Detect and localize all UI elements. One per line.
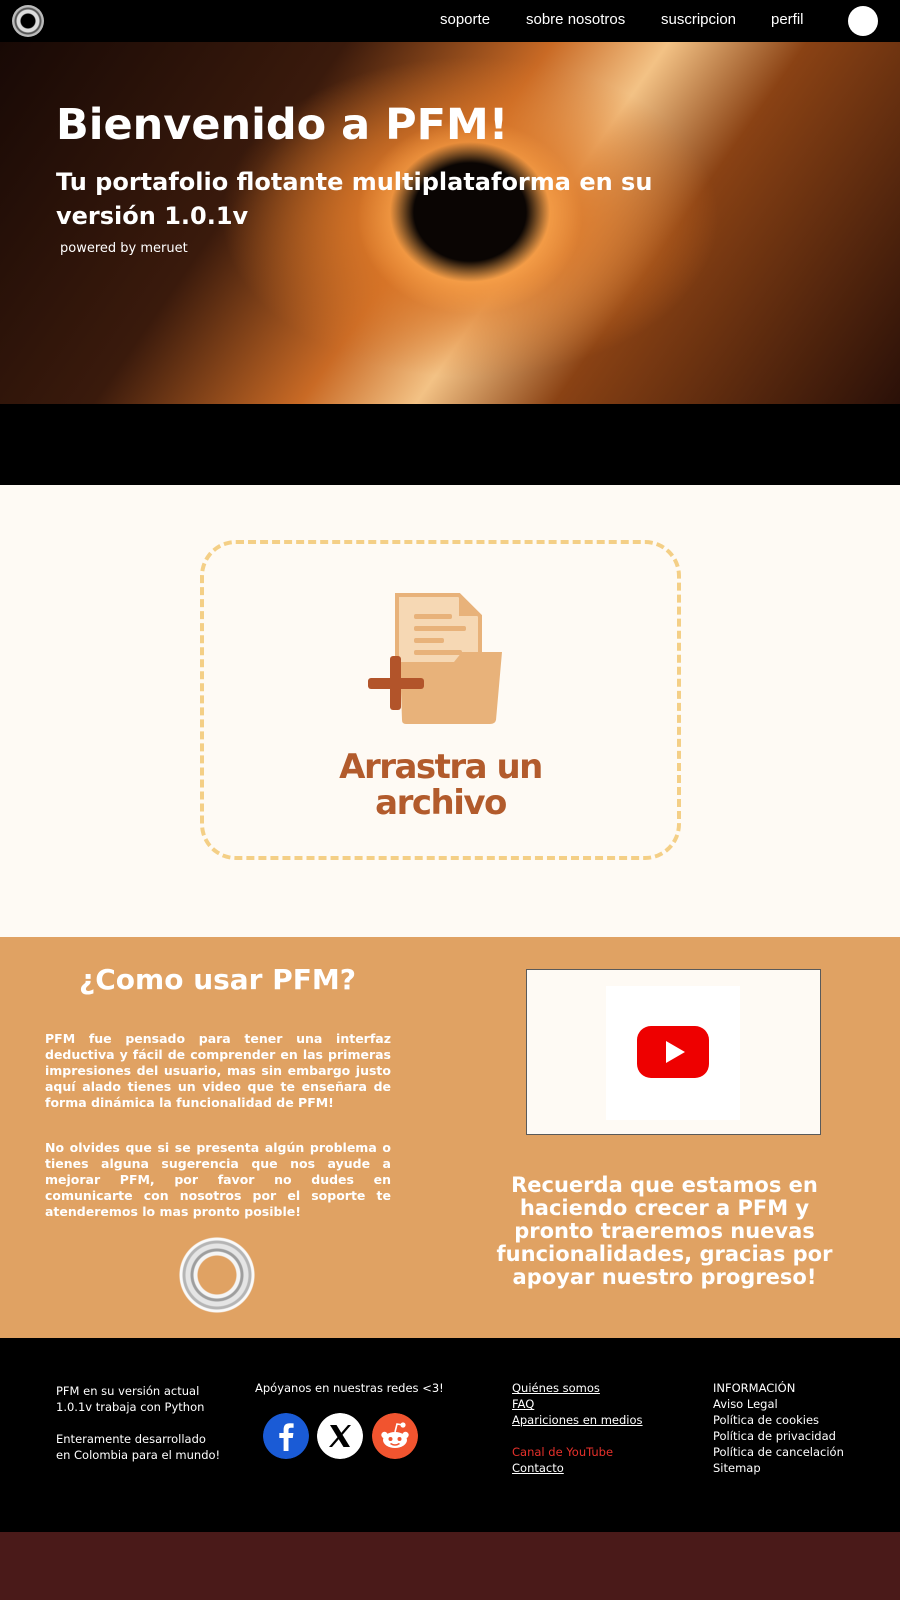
dropzone-label-line1: Arrastra un [339,747,543,787]
youtube-play-icon[interactable] [637,1026,709,1078]
nav-link-sobre-nosotros[interactable]: sobre nosotros [526,11,625,28]
pfm-logo-icon[interactable] [12,5,44,37]
how-to-title: ¿Como usar PFM? [79,963,356,996]
footer-info-privacidad[interactable]: Política de privacidad [713,1428,844,1444]
x-twitter-icon[interactable] [317,1413,363,1459]
social-label: Apóyanos en nuestras redes <3! [255,1381,444,1395]
nav-link-perfil[interactable]: perfil [771,11,804,28]
footer-info-cookies[interactable]: Política de cookies [713,1412,844,1428]
footer-about-line2: 1.0.1v trabaja con Python [56,1400,205,1414]
navbar: soporte sobre nosotros suscripcion perfi… [0,0,900,42]
facebook-icon[interactable] [263,1413,309,1459]
how-to-paragraph-2: No olvides que si se presenta algún prob… [45,1140,391,1219]
footer: PFM en su versión actual 1.0.1v trabaja … [0,1338,900,1532]
how-to-paragraph-1: PFM fue pensado para tener una interfaz … [45,1031,391,1110]
section-divider [0,404,900,485]
footer-links: Quiénes somos FAQ Apariciones en medios … [512,1380,643,1476]
footer-link-apariciones[interactable]: Apariciones en medios [512,1412,643,1428]
footer-link-quienes-somos[interactable]: Quiénes somos [512,1380,643,1396]
hero-banner: Bienvenido a PFM! Tu portafolio flotante… [0,42,900,404]
dropzone-label-line2: archivo [375,783,507,823]
footer-info-sitemap[interactable]: Sitemap [713,1460,844,1476]
footer-about-line1: PFM en su versión actual [56,1384,200,1398]
progress-message: Recuerda que estamos en haciendo crecer … [496,1173,833,1289]
footer-about: PFM en su versión actual 1.0.1v trabaja … [56,1383,231,1463]
dropzone-label: Arrastra un archivo [204,749,677,821]
footer-about-line4: en Colombia para el mundo! [56,1448,221,1462]
footer-about-line3: Enteramente desarrollado [56,1432,206,1446]
nav-link-suscripcion[interactable]: suscripcion [661,11,736,28]
add-file-folder-icon [368,593,502,724]
footer-link-faq[interactable]: FAQ [512,1396,643,1412]
hero-title: Bienvenido a PFM! [56,100,509,150]
file-dropzone[interactable]: Arrastra un archivo [200,540,681,860]
nav-link-soporte[interactable]: soporte [440,11,490,28]
tutorial-video[interactable] [526,969,821,1135]
video-thumbnail [606,986,740,1120]
footer-info-aviso-legal[interactable]: Aviso Legal [713,1396,844,1412]
upload-section: Arrastra un archivo [0,485,900,937]
footer-link-youtube[interactable]: Canal de YouTube [512,1444,643,1460]
reddit-icon[interactable] [372,1413,418,1459]
hero-powered-by: powered by meruet [60,241,188,256]
how-to-section: ¿Como usar PFM? PFM fue pensado para ten… [0,937,900,1338]
footer-info-heading: INFORMACIÓN [713,1381,796,1395]
footer-info: INFORMACIÓN Aviso Legal Política de cook… [713,1380,844,1476]
footer-link-contacto[interactable]: Contacto [512,1460,643,1476]
pfm-ring-logo-icon [176,1234,258,1316]
hero-subtitle: Tu portafolio flotante multiplataforma e… [56,168,653,230]
avatar[interactable] [848,6,878,36]
footer-info-cancelacion[interactable]: Política de cancelación [713,1444,844,1460]
